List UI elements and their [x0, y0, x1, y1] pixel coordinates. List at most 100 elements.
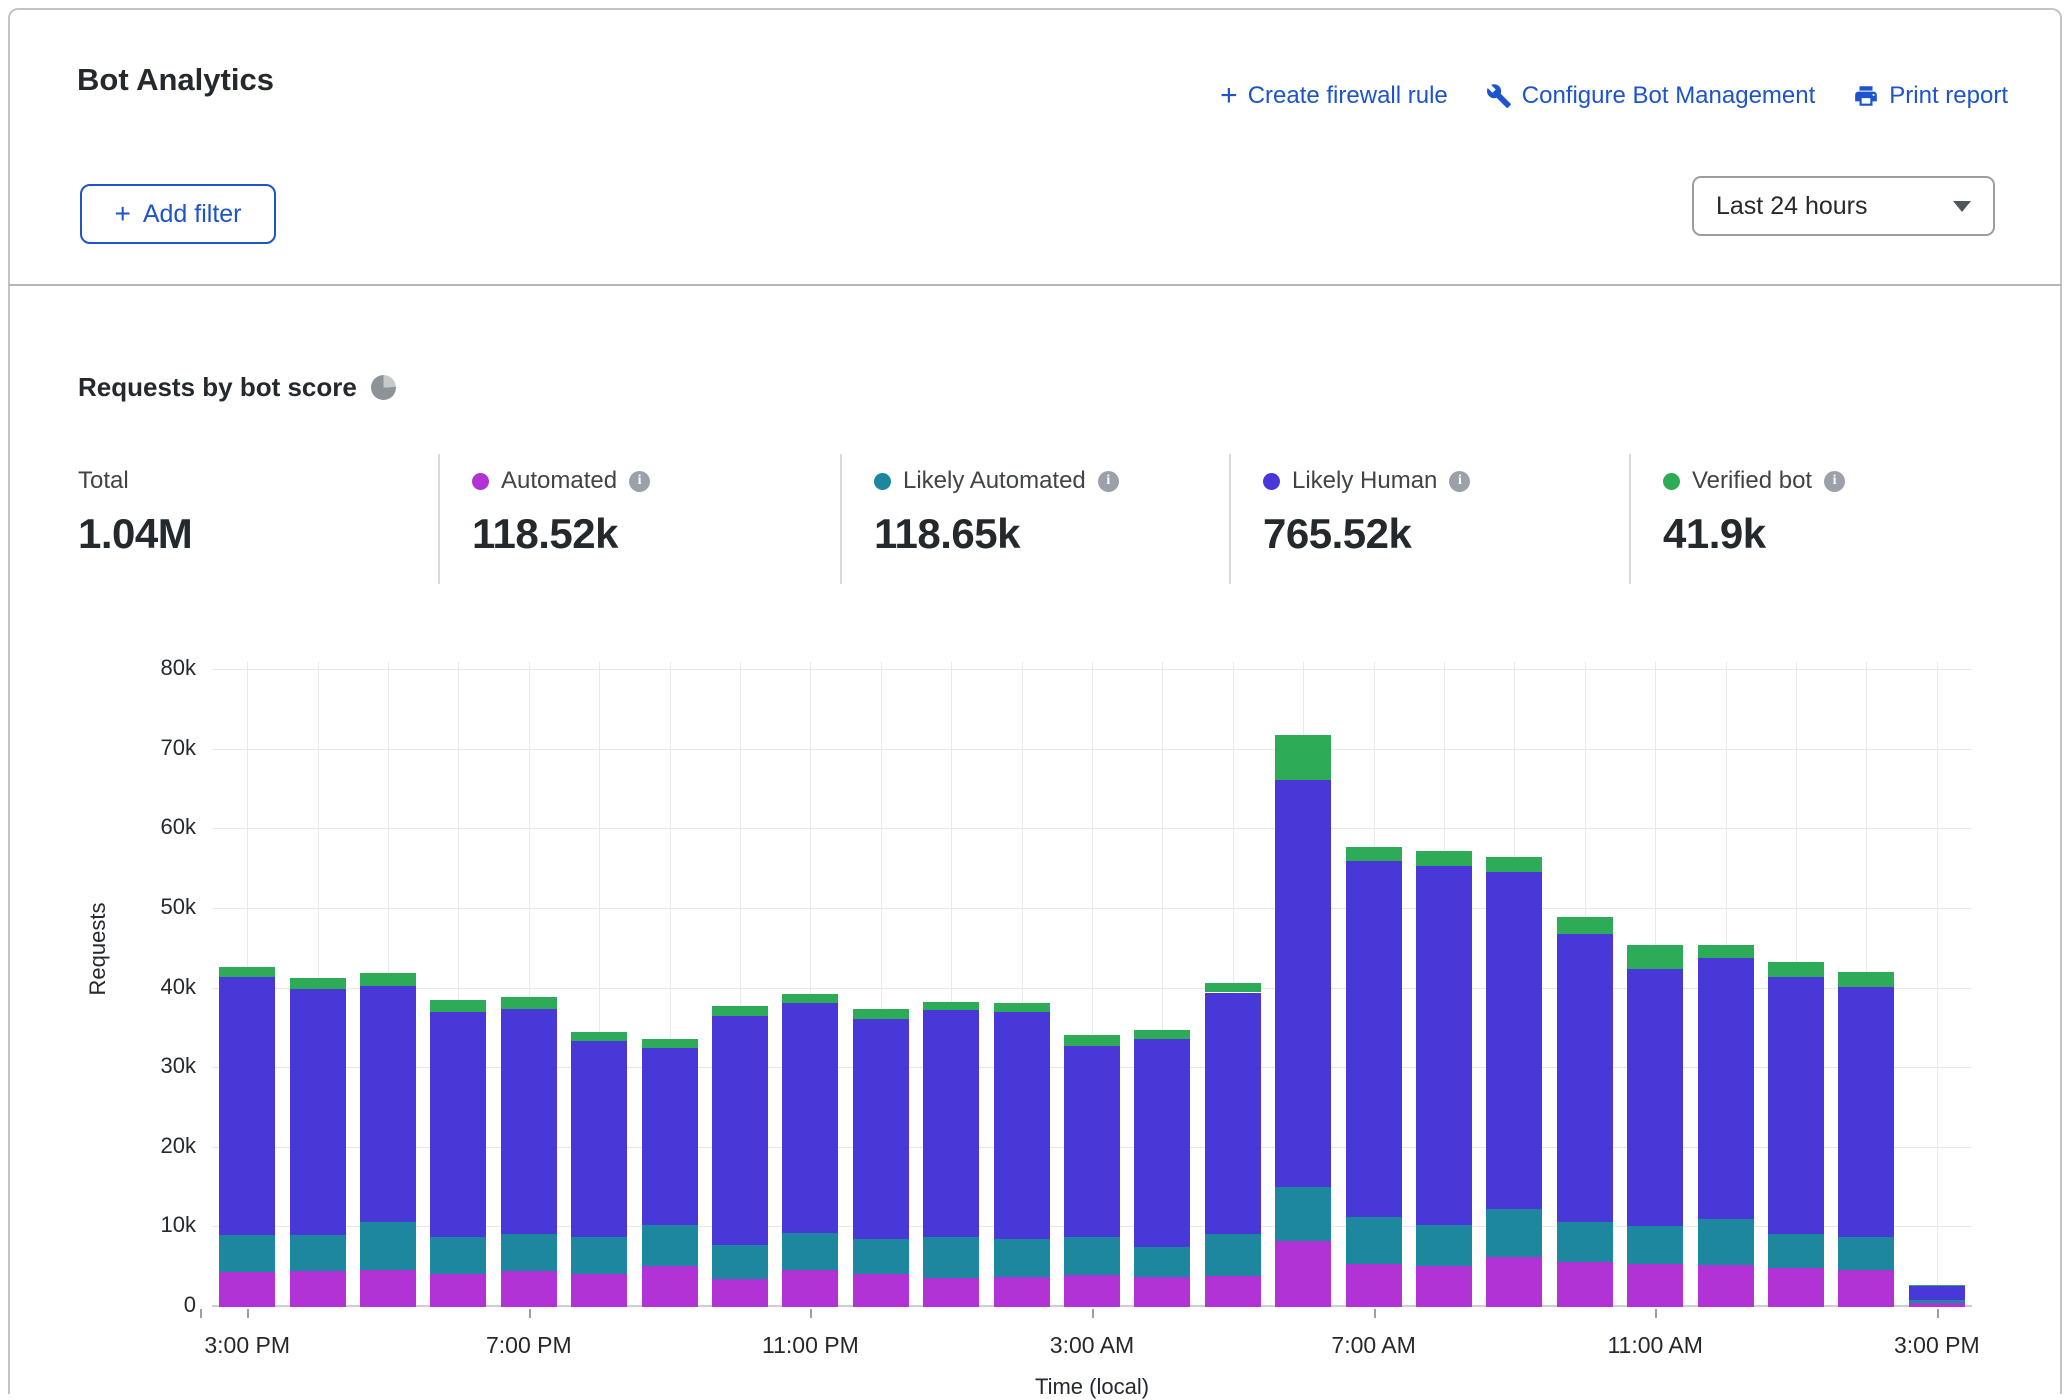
- bar-segment-automated[interactable]: [1698, 1265, 1754, 1307]
- bar-segment-verified-bot[interactable]: [1557, 917, 1613, 934]
- bar-segment-likely-human[interactable]: [1909, 1286, 1965, 1301]
- bar-segment-verified-bot[interactable]: [290, 978, 346, 989]
- bar-segment-verified-bot[interactable]: [360, 973, 416, 986]
- bar-segment-likely-human[interactable]: [1768, 977, 1824, 1233]
- bar-segment-verified-bot[interactable]: [1768, 962, 1824, 977]
- bar-segment-verified-bot[interactable]: [1064, 1035, 1120, 1046]
- bar-segment-automated[interactable]: [853, 1274, 909, 1307]
- bar-segment-likely-automated[interactable]: [1557, 1222, 1613, 1263]
- bar-segment-automated[interactable]: [994, 1277, 1050, 1307]
- bar-segment-verified-bot[interactable]: [923, 1002, 979, 1010]
- bar-segment-likely-human[interactable]: [430, 1012, 486, 1237]
- bar-segment-likely-human[interactable]: [290, 989, 346, 1234]
- print-report-link[interactable]: Print report: [1853, 82, 2008, 110]
- bar-segment-likely-automated[interactable]: [782, 1233, 838, 1270]
- bar-segment-likely-automated[interactable]: [1838, 1237, 1894, 1270]
- bar-segment-likely-automated[interactable]: [994, 1239, 1050, 1277]
- bar-segment-automated[interactable]: [571, 1274, 627, 1307]
- bar-segment-likely-automated[interactable]: [923, 1237, 979, 1277]
- bar-segment-verified-bot[interactable]: [1416, 851, 1472, 866]
- bar-segment-automated[interactable]: [1205, 1276, 1261, 1307]
- bar-segment-automated[interactable]: [642, 1266, 698, 1307]
- bar-segment-likely-human[interactable]: [853, 1019, 909, 1240]
- bar-segment-verified-bot[interactable]: [642, 1039, 698, 1048]
- bar-segment-likely-human[interactable]: [360, 986, 416, 1222]
- configure-bot-management-link[interactable]: Configure Bot Management: [1486, 82, 1816, 110]
- bar-segment-automated[interactable]: [1557, 1262, 1613, 1307]
- bar-segment-likely-automated[interactable]: [1698, 1219, 1754, 1265]
- bar-segment-automated[interactable]: [1064, 1275, 1120, 1307]
- bar-segment-likely-human[interactable]: [1838, 987, 1894, 1237]
- info-icon[interactable]: i: [629, 471, 650, 492]
- bar-segment-likely-automated[interactable]: [1909, 1300, 1965, 1303]
- bar-segment-verified-bot[interactable]: [1205, 983, 1261, 993]
- bar-segment-automated[interactable]: [290, 1271, 346, 1307]
- create-firewall-rule-link[interactable]: + Create firewall rule: [1220, 82, 1448, 110]
- bar-segment-likely-automated[interactable]: [1486, 1209, 1542, 1257]
- bar-segment-verified-bot[interactable]: [712, 1006, 768, 1016]
- bar-segment-likely-human[interactable]: [712, 1016, 768, 1246]
- bar-segment-automated[interactable]: [219, 1272, 275, 1307]
- bar-segment-verified-bot[interactable]: [1909, 1285, 1965, 1286]
- bar-segment-automated[interactable]: [1838, 1270, 1894, 1307]
- bar-segment-likely-automated[interactable]: [642, 1225, 698, 1266]
- bar-segment-verified-bot[interactable]: [994, 1003, 1050, 1012]
- bar-segment-verified-bot[interactable]: [501, 997, 557, 1009]
- bar-segment-likely-automated[interactable]: [1768, 1234, 1824, 1268]
- bar-segment-likely-human[interactable]: [1134, 1039, 1190, 1247]
- bar-segment-likely-human[interactable]: [994, 1012, 1050, 1240]
- bar-segment-verified-bot[interactable]: [571, 1032, 627, 1041]
- bar-segment-verified-bot[interactable]: [1838, 972, 1894, 987]
- bar-segment-likely-human[interactable]: [501, 1009, 557, 1234]
- bar-segment-likely-human[interactable]: [1557, 934, 1613, 1222]
- bar-segment-likely-human[interactable]: [1275, 780, 1331, 1187]
- bar-segment-verified-bot[interactable]: [1627, 945, 1683, 969]
- bar-segment-verified-bot[interactable]: [1486, 857, 1542, 872]
- info-icon[interactable]: i: [1449, 471, 1470, 492]
- bar-segment-verified-bot[interactable]: [1134, 1030, 1190, 1040]
- bar-segment-likely-automated[interactable]: [853, 1239, 909, 1274]
- bar-segment-likely-human[interactable]: [1416, 866, 1472, 1225]
- bar-segment-likely-automated[interactable]: [360, 1222, 416, 1270]
- bar-segment-verified-bot[interactable]: [1346, 847, 1402, 861]
- bar-segment-likely-automated[interactable]: [1064, 1237, 1120, 1275]
- bar-segment-verified-bot[interactable]: [853, 1009, 909, 1019]
- bar-segment-automated[interactable]: [1416, 1266, 1472, 1307]
- bar-segment-automated[interactable]: [360, 1270, 416, 1307]
- bar-segment-likely-automated[interactable]: [1134, 1247, 1190, 1277]
- bar-segment-likely-human[interactable]: [219, 977, 275, 1235]
- bar-segment-likely-human[interactable]: [782, 1003, 838, 1234]
- time-range-dropdown[interactable]: Last 24 hours: [1692, 176, 1995, 236]
- bar-segment-verified-bot[interactable]: [430, 1000, 486, 1012]
- bar-segment-likely-human[interactable]: [1346, 861, 1402, 1217]
- bar-segment-likely-human[interactable]: [1205, 993, 1261, 1234]
- bar-segment-likely-automated[interactable]: [1416, 1225, 1472, 1266]
- bar-segment-likely-human[interactable]: [1486, 872, 1542, 1209]
- bar-segment-likely-automated[interactable]: [290, 1235, 346, 1272]
- bar-segment-likely-automated[interactable]: [1205, 1234, 1261, 1276]
- bar-segment-automated[interactable]: [712, 1279, 768, 1307]
- bar-segment-likely-automated[interactable]: [571, 1237, 627, 1274]
- bar-segment-verified-bot[interactable]: [1275, 735, 1331, 780]
- bar-segment-automated[interactable]: [923, 1278, 979, 1307]
- bar-segment-likely-human[interactable]: [1698, 958, 1754, 1218]
- bar-segment-likely-automated[interactable]: [219, 1235, 275, 1272]
- bar-segment-likely-human[interactable]: [1064, 1046, 1120, 1237]
- bar-segment-likely-human[interactable]: [571, 1041, 627, 1237]
- bar-segment-automated[interactable]: [430, 1274, 486, 1307]
- bar-segment-verified-bot[interactable]: [782, 994, 838, 1003]
- bar-segment-likely-automated[interactable]: [430, 1237, 486, 1273]
- bar-segment-likely-automated[interactable]: [1346, 1217, 1402, 1264]
- bar-segment-verified-bot[interactable]: [219, 967, 275, 977]
- bar-segment-automated[interactable]: [1134, 1277, 1190, 1307]
- bar-segment-likely-human[interactable]: [1627, 969, 1683, 1226]
- bar-segment-likely-automated[interactable]: [1275, 1187, 1331, 1242]
- info-icon[interactable]: i: [1098, 471, 1119, 492]
- bar-segment-automated[interactable]: [1275, 1241, 1331, 1307]
- bar-segment-automated[interactable]: [1627, 1264, 1683, 1307]
- add-filter-button[interactable]: + Add filter: [80, 184, 276, 244]
- bar-segment-verified-bot[interactable]: [1698, 945, 1754, 959]
- bar-segment-automated[interactable]: [1768, 1268, 1824, 1307]
- bar-segment-automated[interactable]: [1486, 1257, 1542, 1307]
- bar-segment-likely-automated[interactable]: [712, 1245, 768, 1279]
